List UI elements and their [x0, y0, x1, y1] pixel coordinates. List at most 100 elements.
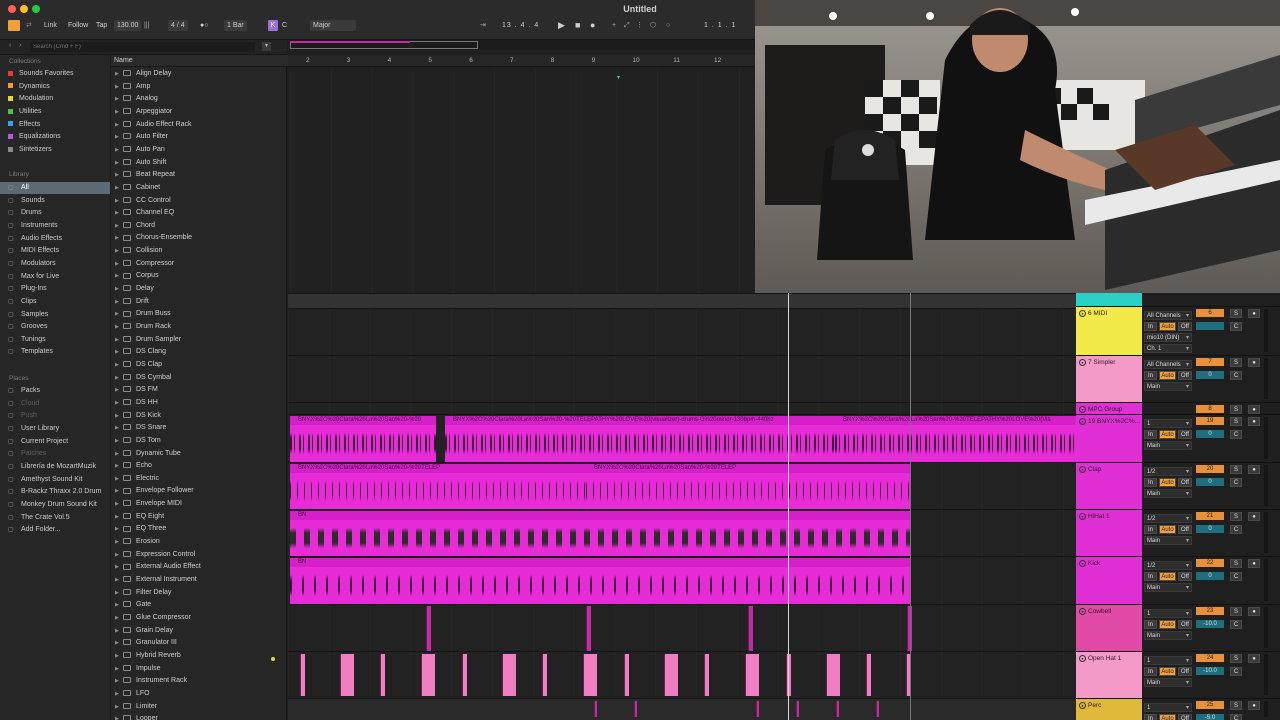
expand-arrow-icon[interactable]: ▶ — [115, 410, 123, 423]
lane-kick[interactable]: BN — [288, 556, 1076, 604]
track-name[interactable]: ▾ Open Hat 1 — [1076, 652, 1142, 698]
track-header[interactable]: ▾Open Hat 11InAutoOff Main 24 S ● -10.0 C — [1076, 651, 1280, 698]
monitor-off-button[interactable]: Off — [1178, 667, 1192, 676]
clip-main-a[interactable]: BNYX%2C%20Clara%20La%20San%20-%20 — [290, 416, 436, 462]
collection-item[interactable]: Dynamics — [8, 81, 110, 93]
library-item[interactable]: ▢ Grooves — [8, 321, 110, 333]
track-volume[interactable]: 6 — [1196, 309, 1224, 317]
expand-arrow-icon[interactable]: ▶ — [115, 485, 123, 498]
expand-arrow-icon[interactable]: ▶ — [115, 144, 123, 157]
browser-item[interactable]: ▶ Auto Pan — [115, 144, 285, 157]
browser-search-input[interactable] — [30, 42, 255, 52]
arm-button[interactable]: ● — [1248, 701, 1260, 710]
expand-arrow-icon[interactable]: ▶ — [115, 296, 123, 309]
arm-button[interactable]: ● — [1248, 607, 1260, 616]
track-fold-icon[interactable]: ▾ — [1079, 406, 1086, 413]
browser-item[interactable]: ▶ Amp — [115, 81, 285, 94]
expand-arrow-icon[interactable]: ▶ — [115, 346, 123, 359]
track-volume[interactable]: 21 — [1196, 512, 1224, 520]
browser-item[interactable]: ▶ DS Clap — [115, 359, 285, 372]
capture-midi-icon[interactable]: ⋮ — [636, 20, 643, 31]
browser-item[interactable]: ▶ DS Kick — [115, 410, 285, 423]
clip-openhat-5[interactable] — [462, 654, 467, 696]
lane-cowbell[interactable] — [288, 604, 1076, 651]
clip-openhat-7[interactable] — [542, 654, 547, 696]
arm-button[interactable]: ● — [1248, 465, 1260, 474]
browser-item[interactable]: ▶ Impulse — [115, 663, 285, 676]
song-position-display[interactable]: 13 . 4 . 4 — [502, 20, 539, 31]
monitor-in-button[interactable]: In — [1144, 667, 1157, 676]
lane-mpc-group[interactable] — [288, 402, 1076, 414]
track-pan[interactable]: -10.0 — [1196, 667, 1224, 675]
monitor-in-button[interactable]: In — [1144, 620, 1157, 629]
track-fold-icon[interactable]: ▾ — [1079, 418, 1086, 425]
library-item[interactable]: ▢ Drums — [8, 207, 110, 219]
browser-item[interactable]: ▶ External Instrument — [115, 574, 285, 587]
track-name[interactable]: ▾ Perc — [1076, 699, 1142, 720]
track-fold-icon[interactable]: ▾ — [1079, 702, 1086, 709]
clip-openhat-14[interactable] — [826, 654, 840, 696]
monitor-auto-button[interactable]: Auto — [1159, 430, 1176, 439]
solo-button[interactable]: S — [1230, 559, 1242, 568]
lane-open-hat-1[interactable] — [288, 651, 1076, 698]
stop-button[interactable]: ■ — [575, 20, 580, 31]
output-selector[interactable]: Main — [1144, 382, 1192, 392]
time-signature-field[interactable]: 4 / 4 — [168, 20, 188, 31]
key-scale-badge[interactable]: K — [268, 20, 278, 31]
place-item[interactable]: ▢ The Crate Vol.5 — [8, 512, 110, 524]
place-item[interactable]: ▢ Add Folder... — [8, 524, 110, 536]
follow-arrow-icon[interactable]: ⇥ — [480, 20, 486, 31]
browser-item[interactable]: ▶ LFO — [115, 688, 285, 701]
monitor-off-button[interactable]: Off — [1178, 322, 1192, 331]
input-type-selector[interactable]: 1 — [1144, 609, 1192, 619]
monitor-auto-button[interactable]: Auto — [1159, 525, 1176, 534]
input-type-selector[interactable]: 1 — [1144, 703, 1192, 713]
collection-item[interactable]: Modulation — [8, 93, 110, 105]
browser-item[interactable]: ▶ Beat Repeat — [115, 169, 285, 182]
place-item[interactable]: ▢ Cloud — [8, 398, 110, 410]
clip-perc-5[interactable] — [836, 701, 839, 717]
follow-button[interactable]: Follow — [68, 20, 88, 31]
arm-button[interactable]: ● — [1248, 309, 1260, 318]
link-button[interactable]: Link — [44, 20, 57, 31]
expand-arrow-icon[interactable]: ▶ — [115, 536, 123, 549]
track-header[interactable]: ▾6 MIDIAll ChannelsInAutoOffmio10 (DIN)C… — [1076, 306, 1280, 355]
expand-arrow-icon[interactable]: ▶ — [115, 182, 123, 195]
solo-button[interactable]: S — [1230, 512, 1242, 521]
output-selector[interactable]: Main — [1144, 583, 1192, 593]
quantize-menu[interactable]: 1 Bar — [224, 20, 247, 31]
arm-button[interactable]: ● — [1248, 559, 1260, 568]
crossfade-button[interactable]: C — [1230, 478, 1242, 487]
browser-item[interactable]: ▶ Limiter — [115, 701, 285, 714]
track-volume[interactable]: 24 — [1196, 654, 1224, 662]
monitor-auto-button[interactable]: Auto — [1159, 667, 1176, 676]
bar-ruler[interactable]: 2 3 4 5 6 7 8 9 10 11 12 — [288, 55, 755, 67]
crossfade-button[interactable]: C — [1230, 322, 1242, 331]
expand-arrow-icon[interactable]: ▶ — [115, 119, 123, 132]
solo-button[interactable]: S — [1230, 358, 1242, 367]
nudge-icon[interactable]: ||| — [144, 20, 149, 31]
clip-cowbell-2[interactable] — [586, 606, 591, 651]
monitor-auto-button[interactable]: Auto — [1159, 478, 1176, 487]
lane-clap[interactable]: BNYX%2C%20Clara%20La%20San%20-%20TELEP B… — [288, 462, 1076, 509]
place-item[interactable]: ▢ Packs — [8, 385, 110, 397]
clip-openhat-10[interactable] — [664, 654, 678, 696]
monitor-auto-button[interactable]: Auto — [1159, 620, 1176, 629]
track-name[interactable]: ▾ Kick — [1076, 557, 1142, 604]
expand-arrow-icon[interactable]: ▶ — [115, 232, 123, 245]
input-type-selector[interactable]: 1/2 — [1144, 561, 1192, 571]
browser-item[interactable]: ▶ Auto Shift — [115, 157, 285, 170]
arm-button[interactable]: ● — [1248, 417, 1260, 426]
lane-perc[interactable] — [288, 698, 1076, 720]
monitor-auto-button[interactable]: Auto — [1159, 572, 1176, 581]
track-fold-icon[interactable]: ▾ — [1079, 513, 1086, 520]
library-item[interactable]: ▢ Clips — [8, 296, 110, 308]
browser-item[interactable]: ▶ External Audio Effect — [115, 561, 285, 574]
browser-item[interactable]: ▶ Auto Filter — [115, 131, 285, 144]
clip-perc-2[interactable] — [634, 701, 637, 717]
clip-openhat-4[interactable] — [421, 654, 435, 696]
track-header[interactable]: ▾ MPC Group 8 S ● — [1076, 402, 1280, 414]
solo-button[interactable]: S — [1230, 654, 1242, 663]
browser-item[interactable]: ▶ Drum Rack — [115, 321, 285, 334]
expand-arrow-icon[interactable]: ▶ — [115, 511, 123, 524]
